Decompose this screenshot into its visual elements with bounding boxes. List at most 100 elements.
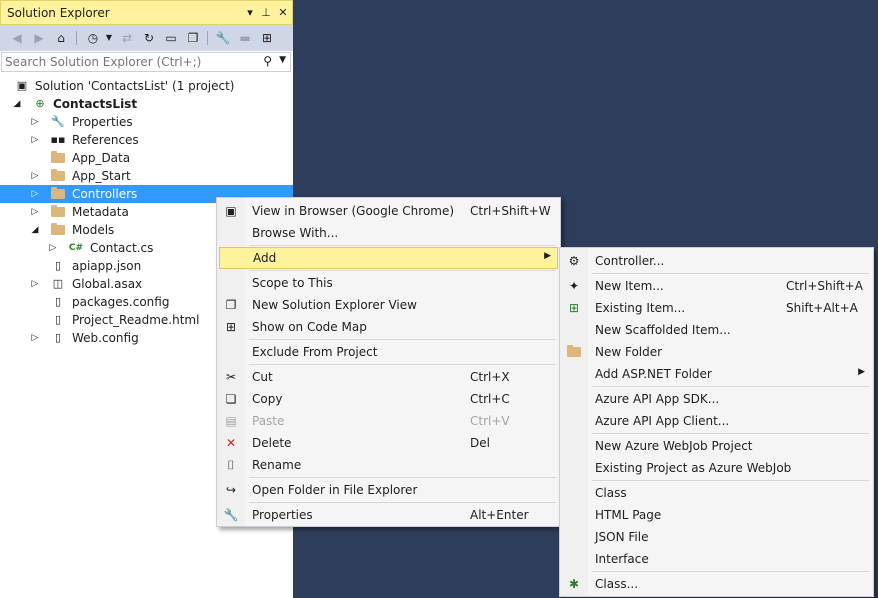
menu-item-label: New Item... [595, 279, 664, 293]
menu-separator [592, 273, 869, 274]
home-icon[interactable]: ⌂ [52, 29, 70, 47]
menu-item-copy[interactable]: ❏ Copy Ctrl+C [219, 388, 558, 410]
tree-item-properties[interactable]: ▷ 🔧 Properties [0, 113, 293, 131]
menu-item-label: New Solution Explorer View [252, 298, 417, 312]
menu-item-view-in-browser[interactable]: ▣ View in Browser (Google Chrome) Ctrl+S… [219, 200, 558, 222]
sync-with-document-icon[interactable]: ⇄ [118, 29, 136, 47]
menu-item-cut[interactable]: ✂ Cut Ctrl+X [219, 366, 558, 388]
menu-item-shortcut: Ctrl+Shift+W [470, 204, 551, 218]
collapsed-arrow-icon[interactable]: ▷ [29, 276, 41, 292]
menu-separator [249, 364, 556, 365]
tree-item-label: packages.config [72, 295, 170, 309]
collapsed-arrow-icon[interactable]: ▷ [29, 330, 41, 346]
forward-icon[interactable]: ▶ [30, 29, 48, 47]
tree-item-references[interactable]: ▷ ▪▪ References [0, 131, 293, 149]
menu-item-label: HTML Page [595, 508, 662, 522]
menu-separator [592, 433, 869, 434]
solution-explorer-toolbar: ◀ ▶ ⌂ ◷ ▼ ⇄ ↻ ▭ ❐ 🔧 ▬ ⊞ [0, 25, 293, 51]
menu-item-browse-with[interactable]: Browse With... [219, 222, 558, 244]
class-wizard-icon: ✱ [568, 577, 580, 591]
menu-item-label: Azure API App Client... [595, 414, 730, 428]
submenu-item-new-item[interactable]: ✦ New Item... Ctrl+Shift+A [562, 275, 871, 297]
menu-item-exclude-from-project[interactable]: Exclude From Project [219, 341, 558, 363]
submenu-item-json-file[interactable]: JSON File [562, 526, 871, 548]
show-all-files-icon[interactable]: ❐ [184, 29, 202, 47]
search-options-chevron-icon[interactable]: ▼ [279, 55, 286, 65]
submenu-item-existing-project-as-webjob[interactable]: Existing Project as Azure WebJob [562, 457, 871, 479]
collapsed-arrow-icon[interactable]: ▷ [29, 204, 41, 220]
menu-separator [592, 480, 869, 481]
menu-item-label: Paste [252, 414, 285, 428]
code-map-icon: ⊞ [225, 320, 237, 334]
menu-separator [249, 477, 556, 478]
tree-item-app-data[interactable]: App_Data [0, 149, 293, 167]
submenu-item-azure-api-app-sdk[interactable]: Azure API App SDK... [562, 388, 871, 410]
menu-item-add[interactable]: Add ▶ [219, 247, 558, 269]
preview-selected-items-icon[interactable]: ▬ [236, 29, 254, 47]
menu-item-label: View in Browser (Google Chrome) [252, 204, 455, 218]
menu-item-open-folder-in-file-explorer[interactable]: ↪ Open Folder in File Explorer [219, 479, 558, 501]
menu-item-new-solution-explorer-view[interactable]: ❐ New Solution Explorer View [219, 294, 558, 316]
submenu-item-controller[interactable]: ⚙ Controller... [562, 250, 871, 272]
chevron-down-icon[interactable]: ▼ [100, 29, 118, 47]
rename-icon: ⌷ [227, 458, 235, 472]
cut-icon: ✂ [225, 370, 237, 384]
submenu-item-azure-api-app-client[interactable]: Azure API App Client... [562, 410, 871, 432]
dropdown-icon[interactable]: ▾ [243, 5, 257, 21]
tree-item-label: App_Data [72, 151, 131, 165]
tree-item-label: App_Start [72, 169, 131, 183]
submenu-item-new-scaffolded-item[interactable]: New Scaffolded Item... [562, 319, 871, 341]
menu-item-show-on-code-map[interactable]: ⊞ Show on Code Map [219, 316, 558, 338]
tree-item-app-start[interactable]: ▷ App_Start [0, 167, 293, 185]
view-class-diagram-icon[interactable]: ⊞ [258, 29, 276, 47]
search-box[interactable]: ⚲ ▼ [1, 52, 291, 72]
menu-item-delete[interactable]: ✕ Delete Del [219, 432, 558, 454]
submenu-item-add-aspnet-folder[interactable]: Add ASP.NET Folder ▶ [562, 363, 871, 385]
collapse-all-icon[interactable]: ▭ [162, 29, 180, 47]
menu-item-scope-to-this[interactable]: Scope to This [219, 272, 558, 294]
expanded-arrow-icon[interactable]: ◢ [11, 96, 23, 112]
tree-item-solution[interactable]: ▣ Solution 'ContactsList' (1 project) [0, 77, 293, 95]
menu-item-label: Class [595, 486, 627, 500]
menu-item-label: Controller... [595, 254, 665, 268]
references-icon: ▪▪ [50, 133, 66, 146]
properties-wrench-icon[interactable]: 🔧 [214, 29, 232, 47]
expanded-arrow-icon[interactable]: ◢ [29, 222, 41, 238]
folder-icon [50, 150, 66, 166]
collapsed-arrow-icon[interactable]: ▷ [29, 168, 41, 184]
folder-icon [50, 222, 66, 238]
search-icon[interactable]: ⚲ [263, 54, 272, 68]
menu-item-label: Scope to This [252, 276, 333, 290]
menu-item-shortcut: Ctrl+C [470, 392, 510, 406]
new-folder-icon [566, 344, 582, 360]
submenu-item-class-wizard[interactable]: ✱ Class... [562, 573, 871, 595]
refresh-icon[interactable]: ↻ [140, 29, 158, 47]
submenu-item-interface[interactable]: Interface [562, 548, 871, 570]
collapsed-arrow-icon[interactable]: ▷ [29, 132, 41, 148]
back-icon[interactable]: ◀ [8, 29, 26, 47]
menu-item-properties[interactable]: 🔧 Properties Alt+Enter [219, 504, 558, 526]
collapsed-arrow-icon[interactable]: ▷ [29, 114, 41, 130]
submenu-item-new-folder[interactable]: New Folder [562, 341, 871, 363]
folder-icon [50, 168, 66, 184]
close-icon[interactable]: ✕ [276, 5, 290, 21]
pin-icon[interactable]: ⊥ [259, 5, 273, 21]
search-input[interactable] [5, 54, 255, 70]
menu-separator [249, 502, 556, 503]
submenu-item-existing-item[interactable]: ⊞ Existing Item... Shift+Alt+A [562, 297, 871, 319]
folder-icon [50, 186, 66, 202]
collapsed-arrow-icon[interactable]: ▷ [47, 240, 59, 256]
menu-item-paste[interactable]: ▤ Paste Ctrl+V [219, 410, 558, 432]
tree-item-label: References [72, 133, 139, 147]
tree-item-label: Contact.cs [90, 241, 154, 255]
menu-item-label: Show on Code Map [252, 320, 367, 334]
delete-icon: ✕ [225, 436, 237, 450]
menu-item-label: New Scaffolded Item... [595, 323, 731, 337]
menu-item-label: Add [253, 251, 277, 265]
submenu-item-html-page[interactable]: HTML Page [562, 504, 871, 526]
menu-item-rename[interactable]: ⌷ Rename [219, 454, 558, 476]
submenu-item-class[interactable]: Class [562, 482, 871, 504]
collapsed-arrow-icon[interactable]: ▷ [29, 186, 41, 202]
submenu-item-new-azure-webjob-project[interactable]: New Azure WebJob Project [562, 435, 871, 457]
tree-item-project[interactable]: ◢ ⊕ ContactsList [0, 95, 293, 113]
